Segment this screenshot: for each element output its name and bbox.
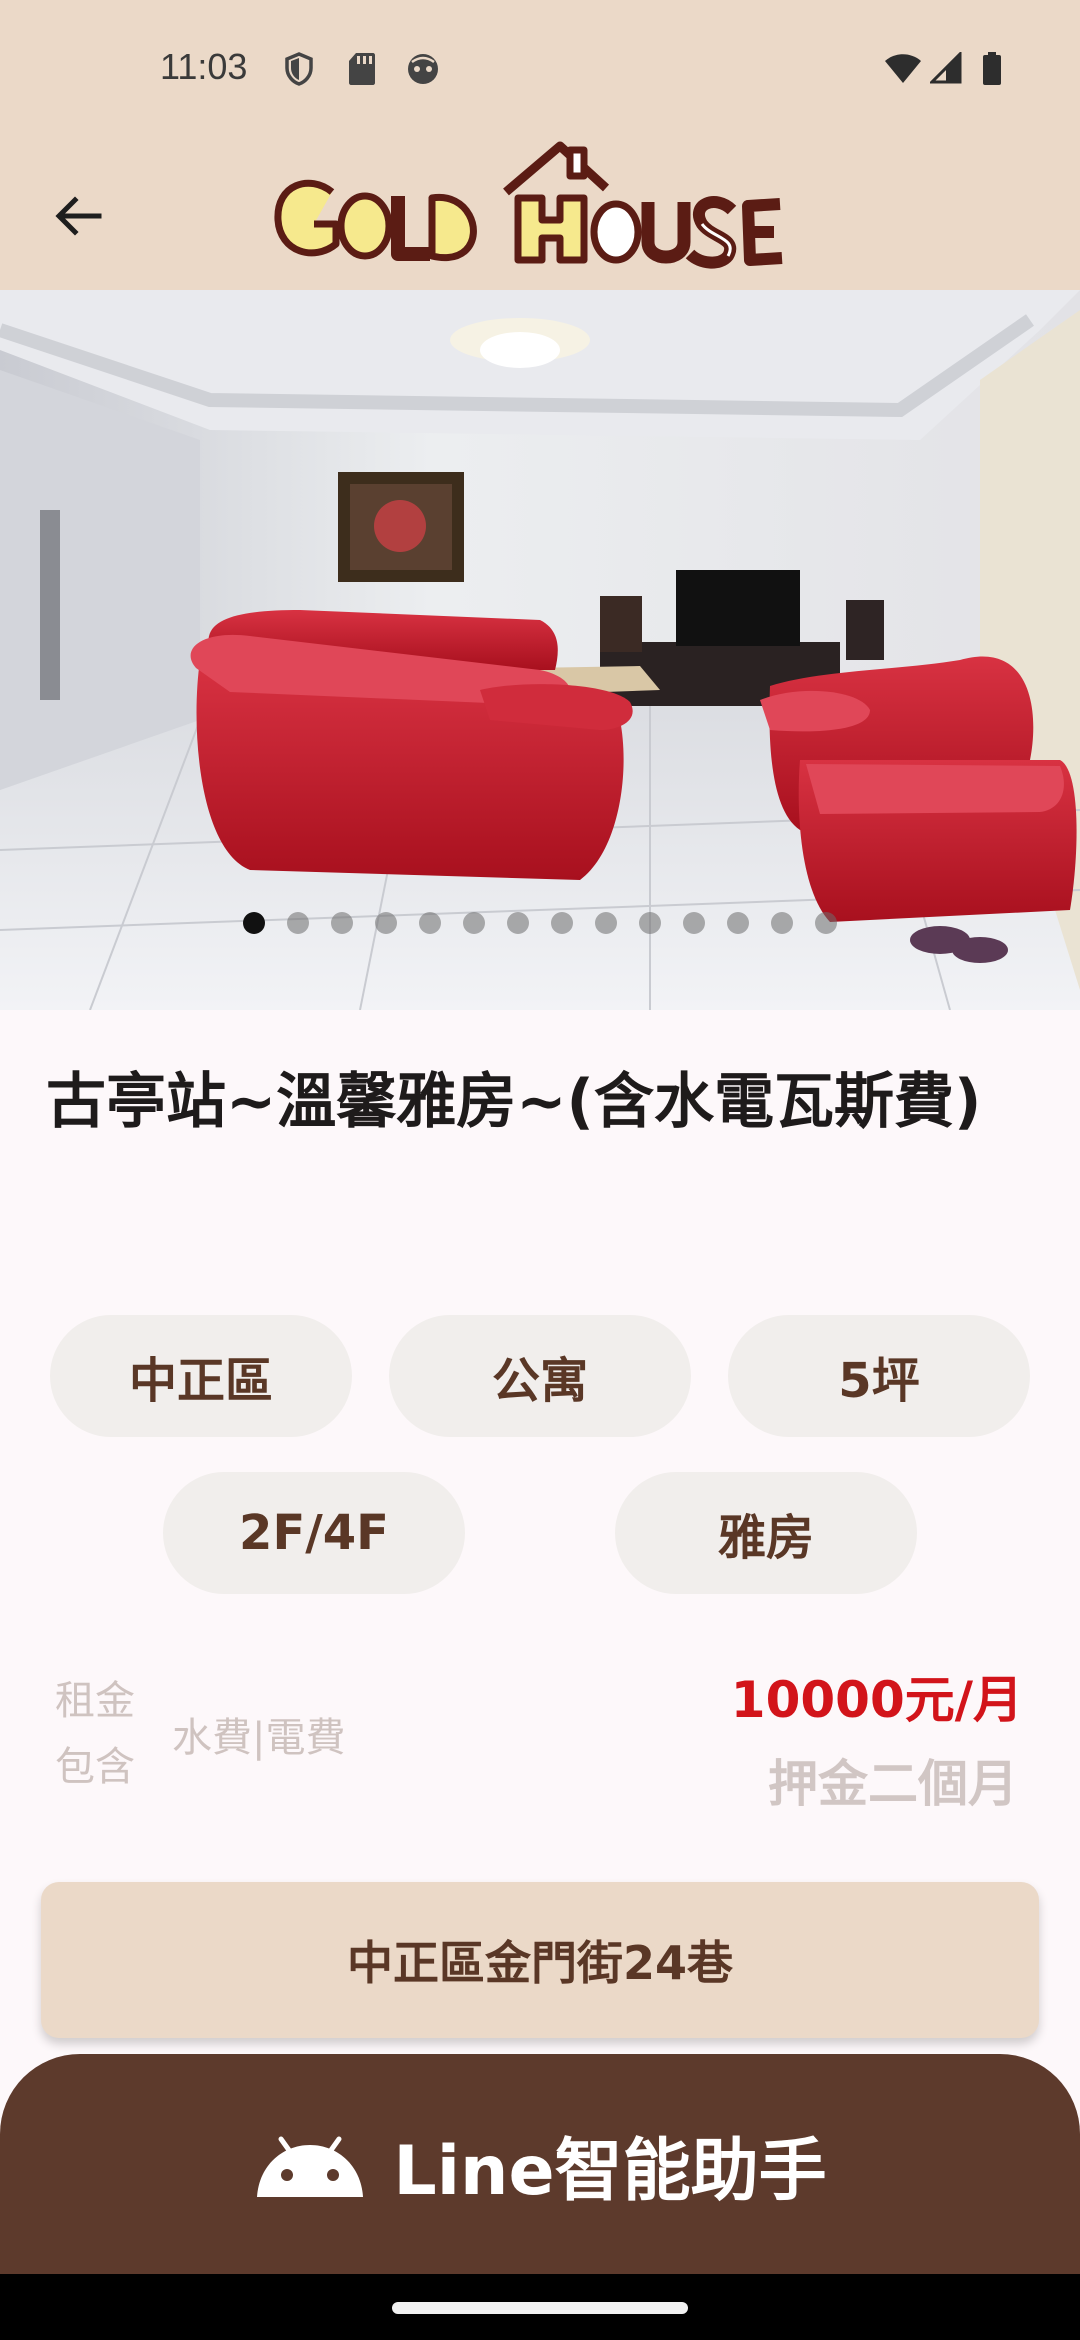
gold-house-logo	[274, 141, 783, 269]
line-assistant-label: Line智能助手	[393, 2131, 827, 2211]
sd-card-icon	[349, 53, 375, 85]
pager-dot[interactable]	[727, 912, 749, 934]
listing-title: 古亭站~溫馨雅房~(含水電瓦斯費)	[46, 1067, 982, 1137]
pager-dot[interactable]	[595, 912, 617, 934]
pager-dot[interactable]	[639, 912, 661, 934]
pager-dot[interactable]	[243, 912, 265, 934]
address-button[interactable]: 中正區金門街24巷	[41, 1882, 1039, 2038]
shield-icon	[285, 52, 313, 86]
pager-dot[interactable]	[551, 912, 573, 934]
pager-dot[interactable]	[419, 912, 441, 934]
home-indicator[interactable]	[392, 2302, 688, 2314]
signal-icon	[930, 52, 962, 84]
rent-includes-label: 租金包含	[55, 1678, 135, 1790]
pager-dot[interactable]	[815, 912, 837, 934]
deposit-terms: 押金二個月	[768, 1755, 1018, 1813]
rent-price: 10000元/月	[730, 1671, 1023, 1729]
living-room-image	[0, 290, 1080, 1010]
chip-floor: 2F/4F	[163, 1472, 465, 1594]
wifi-icon	[885, 54, 921, 83]
arrow-left-icon	[55, 196, 102, 236]
line-assistant-button[interactable]: Line智能助手	[0, 2054, 1080, 2274]
pager-dot[interactable]	[287, 912, 309, 934]
app-bar	[0, 140, 1080, 290]
pager-dot[interactable]	[507, 912, 529, 934]
chip-district: 中正區	[50, 1315, 352, 1437]
pager-dot[interactable]	[375, 912, 397, 934]
battery-icon	[983, 52, 1001, 85]
back-button[interactable]	[40, 178, 116, 254]
android-icon	[257, 2136, 364, 2197]
status-time: 11:03	[160, 46, 248, 87]
pager-dot[interactable]	[463, 912, 485, 934]
face-icon	[408, 54, 438, 84]
rent-includes-value: 水費|電費	[172, 1715, 346, 1761]
pager-dot[interactable]	[771, 912, 793, 934]
chip-building-type: 公寓	[389, 1315, 691, 1437]
pager-dot[interactable]	[331, 912, 353, 934]
status-bar: 11:03	[0, 0, 1080, 140]
chip-room-type: 雅房	[615, 1472, 917, 1594]
pager-dot[interactable]	[683, 912, 705, 934]
listing-photo[interactable]	[0, 290, 1080, 1010]
chip-size: 5坪	[728, 1315, 1030, 1437]
